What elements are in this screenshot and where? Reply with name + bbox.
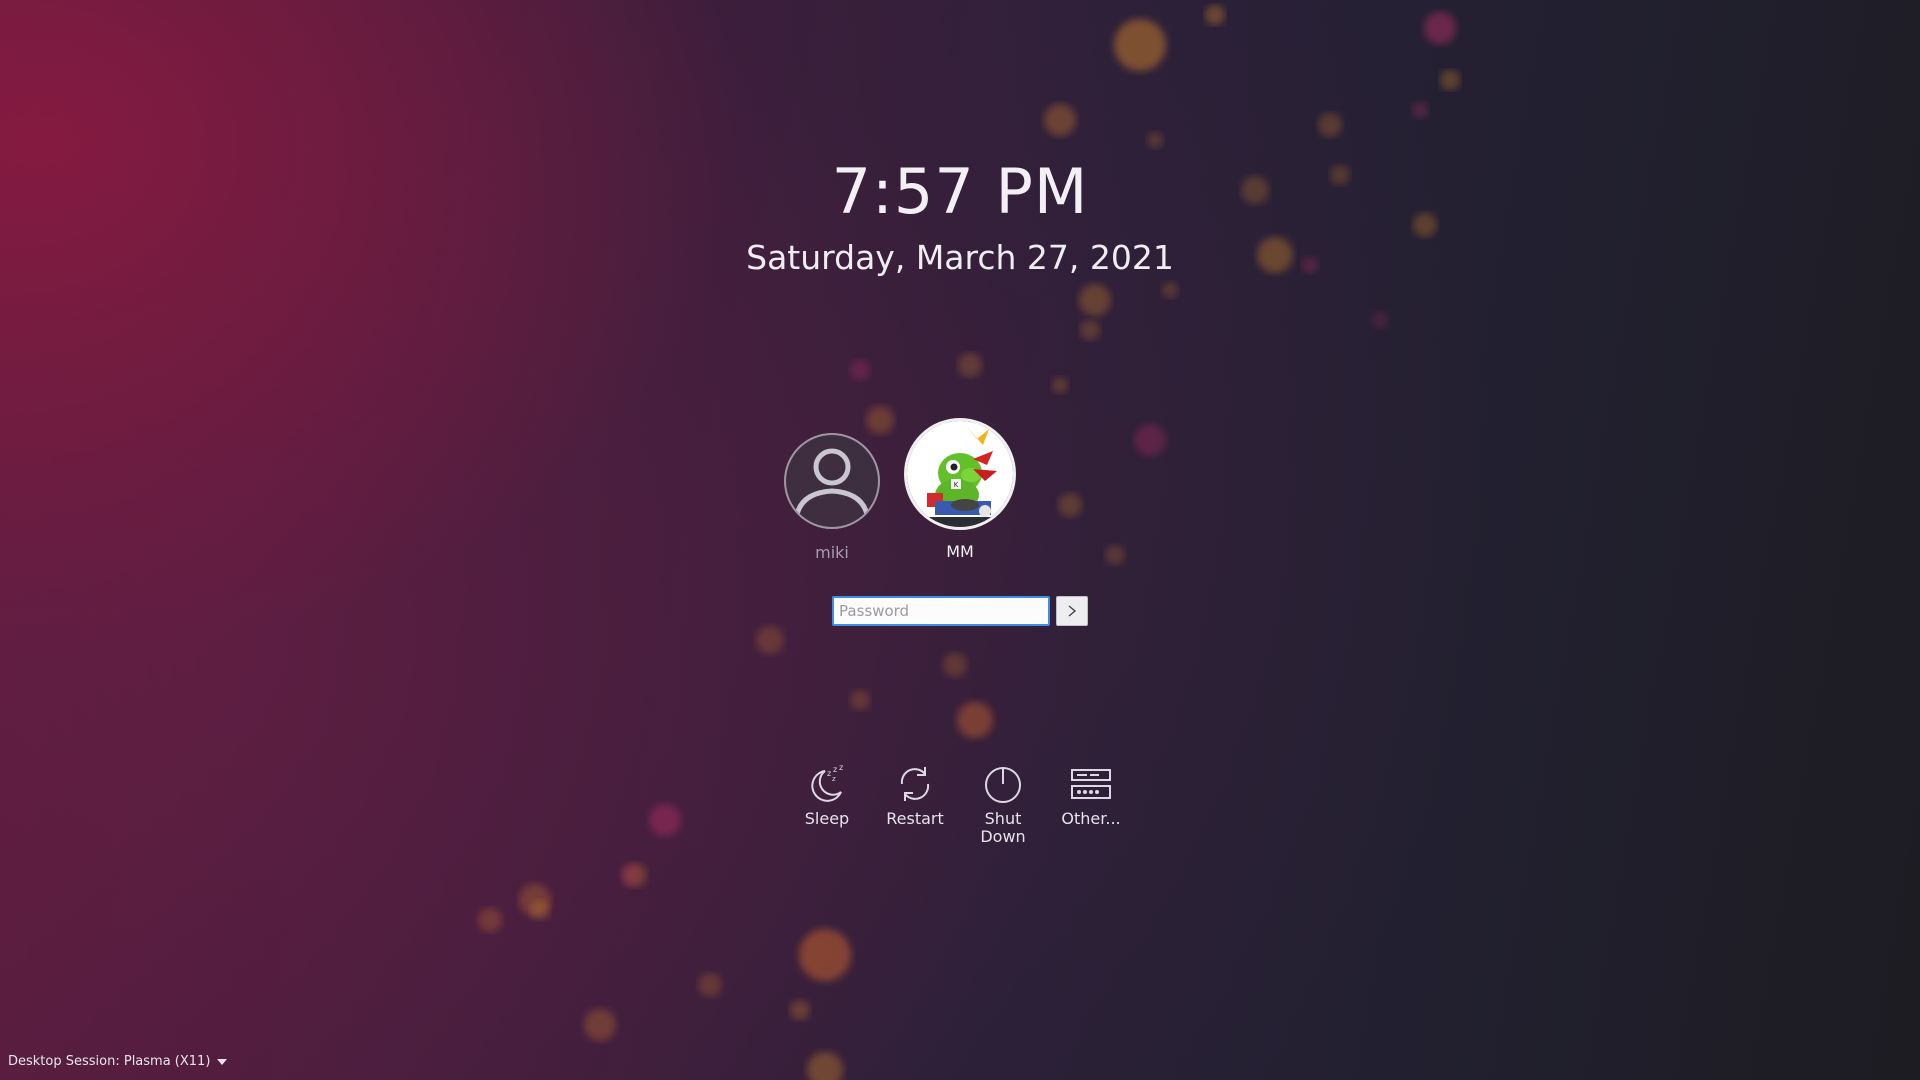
restart-arrows-icon — [900, 767, 930, 801]
bokeh-dot — [1440, 70, 1460, 90]
bokeh-dot — [1162, 282, 1178, 298]
clock-time: 7:57 PM — [831, 155, 1089, 228]
bokeh-dot — [790, 1000, 810, 1020]
svg-text:z: z — [832, 775, 836, 783]
bokeh-dot — [584, 1009, 616, 1041]
desktop-session-selector[interactable]: Desktop Session: Plasma (X11) — [8, 1054, 228, 1069]
bokeh-dot — [620, 865, 640, 885]
shut-down-label-line-2: Down — [980, 827, 1026, 846]
other-button[interactable]: Other... — [1046, 762, 1136, 828]
other-sessions-icon — [1071, 769, 1111, 799]
bokeh-dot — [1412, 102, 1428, 118]
restart-button[interactable]: Restart — [870, 762, 960, 828]
bokeh-dot — [799, 929, 851, 981]
shut-down-button[interactable]: Shut Down — [958, 762, 1048, 846]
chevron-right-icon — [1068, 605, 1077, 617]
restart-label: Restart — [886, 809, 944, 828]
bokeh-dot — [958, 353, 982, 377]
bokeh-dot — [1134, 424, 1166, 456]
bokeh-dot — [649, 804, 681, 836]
user-miki[interactable]: miki — [772, 433, 892, 562]
bokeh-dot — [1079, 284, 1111, 316]
bokeh-dot — [957, 702, 993, 738]
password-field[interactable] — [832, 596, 1050, 626]
person-silhouette-icon — [793, 448, 871, 522]
power-icon — [985, 767, 1021, 803]
session-label: Desktop Session: Plasma (X11) — [8, 1054, 211, 1069]
konqi-dragon-avatar: K — [907, 421, 1013, 527]
bokeh-dot — [530, 900, 550, 920]
bokeh-dot — [1052, 377, 1068, 393]
bokeh-dot — [698, 973, 722, 997]
svg-text:z: z — [839, 763, 843, 772]
shut-down-label: Shut Down — [978, 810, 1028, 846]
shut-down-label-line-1: Shut — [984, 809, 1022, 828]
other-label: Other... — [1061, 809, 1121, 828]
svg-text:K: K — [954, 481, 959, 489]
user-name: MM — [946, 542, 974, 561]
clock-date: Saturday, March 27, 2021 — [746, 238, 1174, 277]
sleep-label: Sleep — [804, 809, 850, 828]
avatar[interactable]: K — [904, 418, 1016, 530]
bokeh-dot — [756, 626, 784, 654]
bokeh-dot — [1080, 320, 1100, 340]
bokeh-dot — [1205, 5, 1225, 25]
sleep-moon-icon: z z z z — [811, 763, 843, 802]
bokeh-dot — [1058, 493, 1082, 517]
bokeh-dot — [1372, 312, 1388, 328]
bokeh-dot — [943, 653, 967, 677]
user-mm[interactable]: K MM — [885, 418, 1035, 561]
user-name: miki — [815, 543, 849, 562]
bokeh-dot — [1114, 19, 1166, 71]
login-button[interactable] — [1056, 596, 1088, 626]
password-wrapper — [832, 596, 1050, 626]
bokeh-dot — [850, 360, 870, 380]
svg-text:z: z — [827, 769, 831, 778]
bokeh-dot — [1105, 545, 1125, 565]
sleep-button[interactable]: z z z z Sleep — [782, 762, 872, 828]
bokeh-dot — [1147, 132, 1163, 148]
bokeh-dot — [807, 1052, 843, 1080]
bokeh-dot — [850, 690, 870, 710]
avatar[interactable] — [784, 433, 880, 529]
svg-text:z: z — [833, 765, 837, 774]
bokeh-dot — [1424, 12, 1456, 44]
bokeh-dot — [1318, 113, 1342, 137]
bokeh-dot — [478, 908, 502, 932]
bokeh-dot — [1044, 104, 1076, 136]
caret-down-icon — [217, 1058, 228, 1065]
